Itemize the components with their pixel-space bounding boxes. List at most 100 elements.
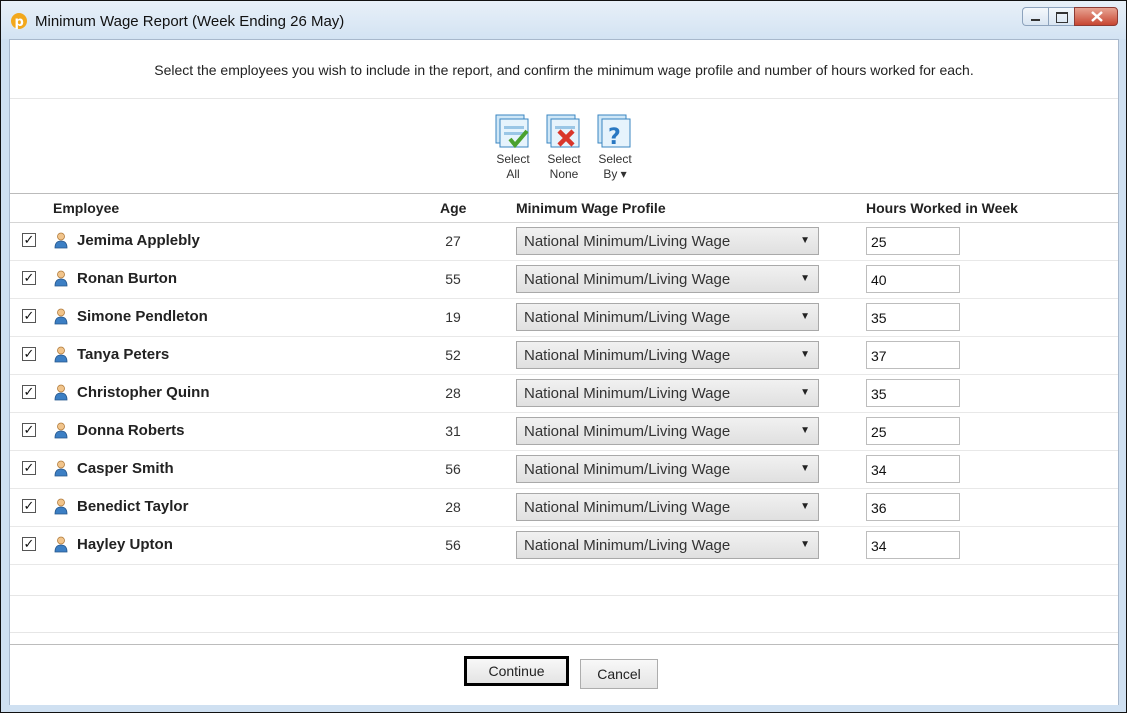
continue-button[interactable]: Continue <box>464 656 569 686</box>
wage-profile-select[interactable]: National Minimum/Living Wage ▼ <box>516 265 819 293</box>
hours-input[interactable]: 34 <box>866 455 960 483</box>
svg-text:p: p <box>15 15 24 30</box>
select-by-label-line1: Select <box>598 152 632 166</box>
dialog-window: p Minimum Wage Report (Week Ending 26 Ma… <box>0 0 1127 713</box>
wage-profile-select[interactable]: National Minimum/Living Wage ▼ <box>516 531 819 559</box>
select-by-button[interactable]: ? Select By ▾ <box>591 112 639 182</box>
hours-input[interactable]: 37 <box>866 341 960 369</box>
hours-input[interactable]: 40 <box>866 265 960 293</box>
maximize-icon <box>1056 12 1068 23</box>
minimize-button[interactable] <box>1022 7 1048 26</box>
employee-age: 31 <box>445 423 461 439</box>
divider <box>10 632 1118 633</box>
wage-profile-select[interactable]: National Minimum/Living Wage ▼ <box>516 417 819 445</box>
wage-profile-select[interactable]: National Minimum/Living Wage ▼ <box>516 227 819 255</box>
person-icon <box>54 232 68 249</box>
divider <box>10 595 1118 596</box>
close-button[interactable] <box>1074 7 1118 26</box>
wage-profile-select[interactable]: National Minimum/Living Wage ▼ <box>516 341 819 369</box>
table-row: ✓ Jemima Applebly 27 National Minimum/Livin… <box>10 222 1118 261</box>
employee-name: Benedict Taylor <box>77 498 189 515</box>
person-icon <box>54 384 68 401</box>
include-checkbox[interactable]: ✓ <box>22 271 36 285</box>
person-icon <box>54 422 68 439</box>
person-icon <box>54 346 68 363</box>
maximize-button[interactable] <box>1048 7 1074 26</box>
wage-profile-select[interactable]: National Minimum/Living Wage ▼ <box>516 303 819 331</box>
employee-name: Casper Smith <box>77 460 174 477</box>
hours-input[interactable]: 35 <box>866 379 960 407</box>
hours-input[interactable]: 35 <box>866 303 960 331</box>
select-by-icon: ? <box>597 114 631 150</box>
include-checkbox[interactable]: ✓ <box>22 537 36 551</box>
select-none-label-line2: None <box>549 167 579 181</box>
wage-profile-value: National Minimum/Living Wage <box>524 233 731 250</box>
hours-input[interactable]: 25 <box>866 417 960 445</box>
include-checkbox[interactable]: ✓ <box>22 423 36 437</box>
hours-input[interactable]: 34 <box>866 531 960 559</box>
include-checkbox[interactable]: ✓ <box>22 233 36 247</box>
wage-profile-value: National Minimum/Living Wage <box>524 271 731 288</box>
person-icon <box>54 270 68 287</box>
employee-age: 56 <box>445 461 461 477</box>
table-row: ✓ Simone Pendleton 19 National Minimum/Livi… <box>10 298 1118 337</box>
select-none-icon <box>546 114 580 148</box>
select-none-label-line1: Select <box>547 152 581 166</box>
person-icon <box>54 498 68 515</box>
chevron-down-icon: ▼ <box>800 387 810 398</box>
dialog-body: Select the employees you wish to include… <box>9 39 1119 705</box>
table-row: ✓ Ronan Burton 55 National Minimum/Living W… <box>10 260 1118 299</box>
chevron-down-icon: ▼ <box>800 235 810 246</box>
employee-name: Hayley Upton <box>77 536 173 553</box>
dialog-footer: Continue Cancel <box>10 644 1118 705</box>
include-checkbox[interactable]: ✓ <box>22 499 36 513</box>
chevron-down-icon: ▼ <box>800 425 810 436</box>
wage-profile-select[interactable]: National Minimum/Living Wage ▼ <box>516 379 819 407</box>
employee-name: Christopher Quinn <box>77 384 210 401</box>
wage-profile-value: National Minimum/Living Wage <box>524 347 731 364</box>
chevron-down-icon: ▼ <box>800 501 810 512</box>
select-all-button[interactable]: Select All <box>489 112 537 182</box>
employee-age: 28 <box>445 499 461 515</box>
chevron-down-icon: ▼ <box>800 273 810 284</box>
table-header: Employee Age Minimum Wage Profile Hours … <box>10 193 1118 223</box>
hours-input[interactable]: 36 <box>866 493 960 521</box>
title-bar: p Minimum Wage Report (Week Ending 26 Ma… <box>1 1 1126 39</box>
instructions-text: Select the employees you wish to include… <box>154 62 974 78</box>
table-row: ✓ Casper Smith 56 National Minimum/Living W… <box>10 450 1118 489</box>
table-row: ✓ Tanya Peters 52 National Minimum/Living W… <box>10 336 1118 375</box>
employee-age: 52 <box>445 347 461 363</box>
select-none-button[interactable]: Select None <box>540 112 588 182</box>
wage-profile-select[interactable]: National Minimum/Living Wage ▼ <box>516 455 819 483</box>
include-checkbox[interactable]: ✓ <box>22 347 36 361</box>
table-row: ✓ Christopher Quinn 28 National Minimum/Liv… <box>10 374 1118 413</box>
employee-name: Simone Pendleton <box>77 308 208 325</box>
cancel-button[interactable]: Cancel <box>580 659 658 689</box>
select-by-label-line2: By ▾ <box>603 167 627 181</box>
employee-age: 28 <box>445 385 461 401</box>
window-title: Minimum Wage Report (Week Ending 26 May) <box>35 13 345 30</box>
person-icon <box>54 460 68 477</box>
header-employee[interactable]: Employee <box>53 200 119 216</box>
table-row: ✓ Hayley Upton 56 National Minimum/Living W… <box>10 526 1118 565</box>
person-icon <box>54 536 68 553</box>
include-checkbox[interactable]: ✓ <box>22 461 36 475</box>
hours-input[interactable]: 25 <box>866 227 960 255</box>
chevron-down-icon: ▼ <box>800 349 810 360</box>
divider <box>10 98 1118 99</box>
employee-age: 19 <box>445 309 461 325</box>
person-icon <box>54 308 68 325</box>
include-checkbox[interactable]: ✓ <box>22 385 36 399</box>
wage-profile-value: National Minimum/Living Wage <box>524 499 731 516</box>
app-logo-icon: p <box>11 13 27 30</box>
wage-profile-select[interactable]: National Minimum/Living Wage ▼ <box>516 493 819 521</box>
include-checkbox[interactable]: ✓ <box>22 309 36 323</box>
header-age[interactable]: Age <box>440 200 466 216</box>
wage-profile-value: National Minimum/Living Wage <box>524 461 731 478</box>
window-controls <box>1022 7 1118 27</box>
header-profile[interactable]: Minimum Wage Profile <box>516 200 666 216</box>
header-hours[interactable]: Hours Worked in Week <box>866 200 1018 216</box>
select-all-icon <box>495 114 529 149</box>
employee-name: Donna Roberts <box>77 422 185 439</box>
select-all-label-line2: All <box>506 167 520 181</box>
